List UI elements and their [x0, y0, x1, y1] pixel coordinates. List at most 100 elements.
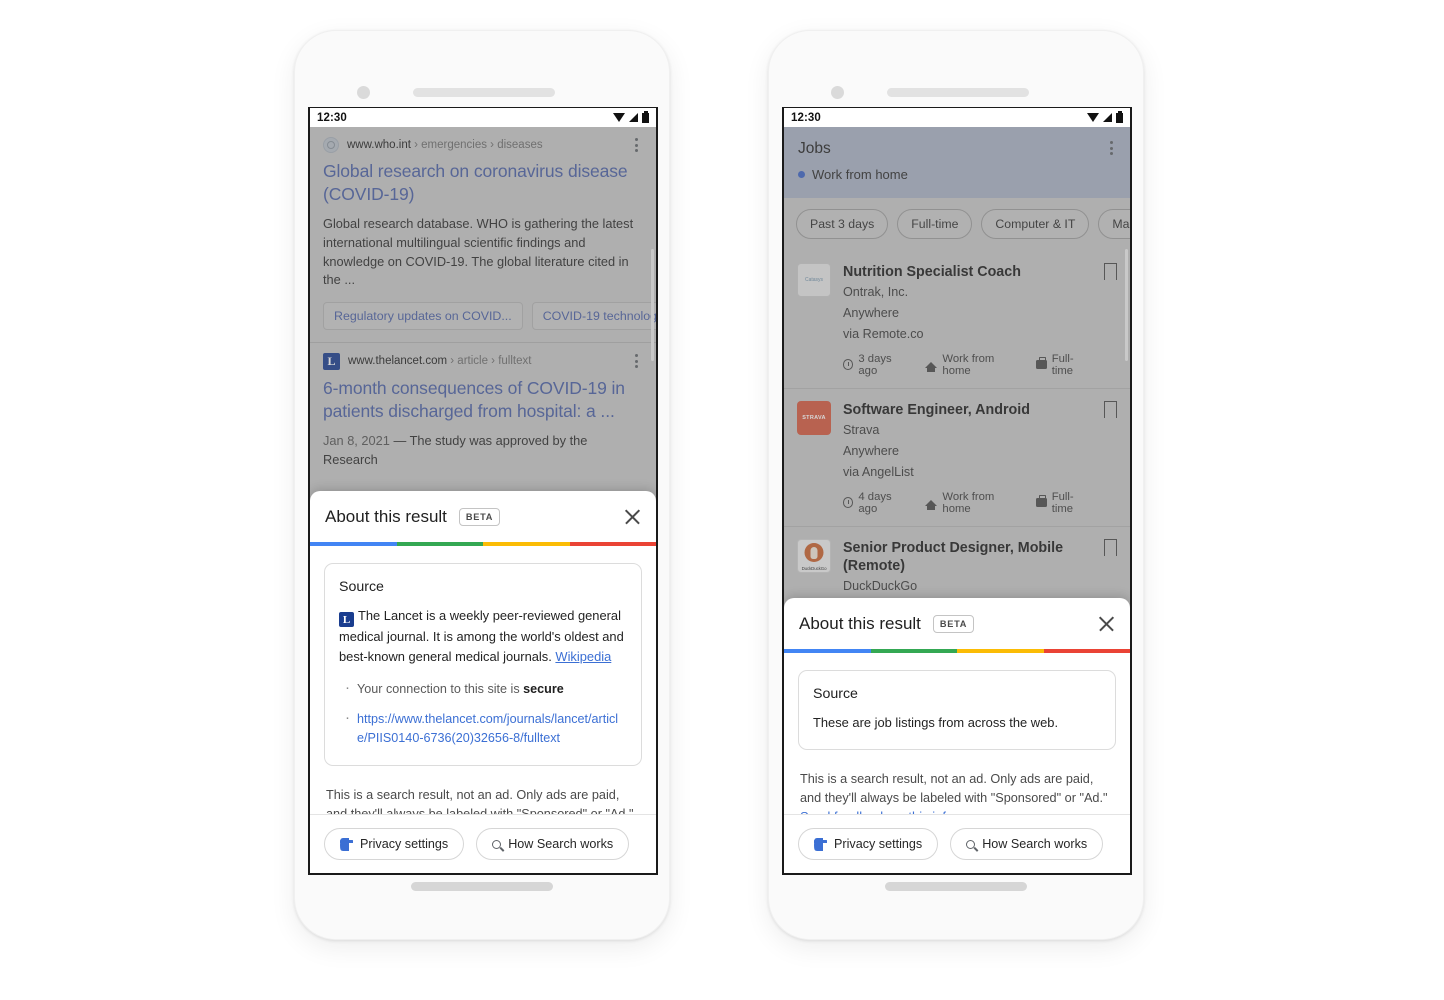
search-result-lancet[interactable]: L www.thelancet.com › article › fulltext… [310, 343, 656, 482]
sheet-footer: Privacy settings How Search works [310, 814, 656, 873]
job-location: Anywhere [843, 306, 900, 321]
jobs-title: Jobs [798, 140, 831, 157]
gear-icon [814, 837, 827, 851]
wifi-icon [613, 113, 625, 122]
result-snippet: Jan 8, 2021 — The study was approved by … [323, 432, 643, 469]
how-search-works-label: How Search works [508, 837, 614, 851]
scrollbar[interactable] [1125, 249, 1128, 361]
bookmark-icon[interactable] [1103, 263, 1118, 287]
bookmark-icon[interactable] [1103, 538, 1118, 563]
who-favicon [323, 137, 339, 153]
privacy-settings-button[interactable]: Privacy settings [798, 828, 939, 860]
wikipedia-link[interactable]: Wikipedia [555, 649, 611, 664]
front-camera-icon [357, 86, 370, 99]
status-bar: 12:30 [310, 108, 656, 127]
status-bar: 12:30 [784, 108, 1130, 127]
result-title[interactable]: 6-month consequences of COVID-19 in pati… [323, 377, 643, 423]
ontrak-logo: Catasys [797, 263, 831, 297]
sheet-title: About this result [799, 614, 921, 633]
filter-chip-computer-it[interactable]: Computer & IT [981, 209, 1090, 239]
result-overflow-menu-button[interactable] [629, 137, 643, 153]
signal-icon [1103, 113, 1112, 122]
filter-chip-past-3-days[interactable]: Past 3 days [796, 209, 889, 239]
job-tags: 4 days ago Work from home Full-time [843, 491, 1092, 515]
source-card: Source L The Lancet is a weekly peer-revi… [324, 562, 642, 766]
phone-device-right: 12:30 Jobs Work from home Past 3 days Fu… [768, 30, 1144, 940]
battery-icon [1116, 110, 1123, 123]
home-icon [925, 499, 938, 510]
beta-badge: BETA [458, 508, 501, 526]
phone-screen-left: 12:30 www.who.int › emergencies › diseas… [308, 107, 658, 875]
earpiece-speaker [413, 88, 555, 97]
job-title: Nutrition Specialist Coach [843, 264, 1021, 280]
clock-icon [843, 497, 854, 509]
status-time: 12:30 [791, 111, 821, 124]
result-header: L www.thelancet.com › article › fulltext [323, 352, 643, 370]
job-type: Full-time [1051, 352, 1074, 377]
job-work-mode: Work from home [942, 490, 995, 515]
jobs-header: Jobs Work from home [784, 127, 1130, 198]
phone-device-left: 12:30 www.who.int › emergencies › diseas… [294, 30, 670, 940]
sitelink-chip[interactable]: Regulatory updates on COVID... [323, 301, 523, 330]
jobs-subtitle: Work from home [798, 167, 1116, 182]
sheet-body: Source These are job listings from acros… [784, 653, 1130, 814]
job-via: via Remote.co [843, 327, 924, 342]
result-date: Jan 8, 2021 [323, 433, 390, 449]
jobs-overflow-menu-button[interactable] [1104, 140, 1118, 156]
sheet-footer: Privacy settings How Search works [784, 814, 1130, 873]
source-url-bullet[interactable]: https://www.thelancet.com/journals/lance… [339, 707, 627, 748]
job-posted: 4 days ago [858, 490, 892, 515]
duckduckgo-logo-text: DuckDuckGo [801, 565, 827, 571]
source-bullets: Your connection to this site is secure h… [339, 677, 627, 748]
source-heading: Source [339, 578, 384, 595]
bookmark-icon[interactable] [1103, 400, 1118, 425]
job-listing-item[interactable]: Catasys Nutrition Specialist Coach Ontra… [784, 251, 1130, 388]
privacy-settings-label: Privacy settings [834, 837, 923, 851]
phone-screen-right: 12:30 Jobs Work from home Past 3 days Fu… [782, 107, 1132, 875]
job-type: Full-time [1051, 490, 1074, 515]
source-heading: Source [813, 685, 858, 702]
result-url: www.thelancet.com › article › fulltext [348, 355, 532, 368]
earpiece-speaker [887, 88, 1029, 97]
connection-security-bullet: Your connection to this site is secure [339, 677, 627, 699]
gear-icon [340, 837, 353, 851]
sheet-title: About this result [325, 507, 447, 526]
battery-icon [642, 110, 649, 123]
about-this-result-sheet-left: About this result BETA Source L The Lance… [310, 491, 656, 873]
search-icon [966, 839, 976, 849]
close-icon[interactable] [1098, 616, 1115, 633]
privacy-settings-label: Privacy settings [360, 837, 449, 851]
filter-chip-full-time[interactable]: Full-time [897, 209, 973, 239]
how-search-works-button[interactable]: How Search works [950, 828, 1104, 860]
result-title[interactable]: Global research on coronavirus disease (… [323, 160, 643, 206]
sheet-header: About this result BETA [784, 598, 1130, 649]
scrollbar[interactable] [651, 249, 654, 361]
source-description: L The Lancet is a weekly peer-reviewed ge… [339, 606, 627, 667]
job-listing-item[interactable]: DuckDuckGo Senior Product Designer, Mobi… [784, 525, 1130, 607]
strava-logo: STRAVA [797, 400, 831, 435]
close-icon[interactable] [624, 509, 641, 526]
lancet-favicon: L [323, 352, 340, 370]
filter-chip-management[interactable]: Management [1098, 209, 1130, 239]
privacy-settings-button[interactable]: Privacy settings [324, 828, 465, 860]
job-listing-item[interactable]: STRAVA Software Engineer, Android Strava… [784, 387, 1130, 526]
briefcase-icon [1035, 495, 1047, 508]
result-header: www.who.int › emergencies › diseases [323, 137, 643, 153]
wifi-icon [1087, 113, 1099, 122]
job-location: Anywhere [843, 444, 900, 459]
result-overflow-menu-button[interactable] [629, 353, 643, 369]
bullet-dot-icon [798, 171, 805, 178]
duckduckgo-logo: DuckDuckGo [797, 538, 831, 573]
search-result-who[interactable]: www.who.int › emergencies › diseases Glo… [310, 127, 656, 342]
result-url: www.who.int › emergencies › diseases [347, 139, 543, 151]
jobs-filter-chips[interactable]: Past 3 days Full-time Computer & IT Mana… [784, 198, 1130, 251]
clock-icon [843, 359, 854, 371]
status-time: 12:30 [317, 111, 347, 124]
briefcase-icon [1035, 357, 1047, 370]
job-company: Strava [843, 423, 880, 438]
front-camera-icon [831, 86, 844, 99]
how-search-works-button[interactable]: How Search works [476, 828, 630, 860]
search-icon [492, 839, 502, 849]
sheet-body: Source L The Lancet is a weekly peer-revi… [310, 546, 656, 814]
sitelink-chip[interactable]: COVID-19 technology acce [531, 301, 656, 330]
